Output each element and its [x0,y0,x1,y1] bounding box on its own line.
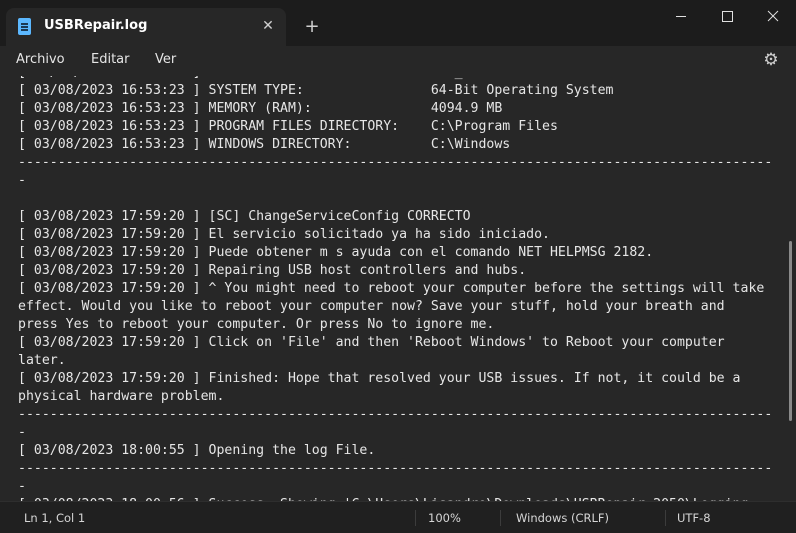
vertical-scrollbar[interactable] [784,76,796,501]
menu-archivo[interactable]: Archivo [16,52,65,67]
new-tab-button[interactable]: + [300,15,324,39]
zoom-level[interactable]: 100% [428,511,461,525]
close-window-button[interactable] [750,0,796,32]
minimize-button[interactable] [658,0,704,32]
title-bar: USBRepair.log ✕ + [0,0,796,46]
tab-title: USBRepair.log [44,18,148,33]
gear-icon[interactable]: ⚙ [762,51,780,69]
cursor-position: Ln 1, Col 1 [24,511,86,525]
notepad-icon [18,18,31,35]
minimize-icon [676,16,686,17]
maximize-icon [722,11,733,22]
close-icon [767,10,779,22]
status-divider [665,510,666,526]
notepad-window: USBRepair.log ✕ + Archivo Editar Ver ⚙ [… [0,0,796,533]
editor-content[interactable]: [ 03/08/2023 16:53:23 ] WINDOWS VERSION:… [18,76,778,501]
scrollbar-thumb[interactable] [789,241,792,421]
menu-ver[interactable]: Ver [155,52,176,67]
status-divider [415,510,416,526]
maximize-button[interactable] [704,0,750,32]
text-editor[interactable]: [ 03/08/2023 16:53:23 ] WINDOWS VERSION:… [0,76,784,501]
close-tab-icon[interactable]: ✕ [258,16,278,36]
status-divider [500,510,501,526]
menu-editar[interactable]: Editar [91,52,130,67]
tab-usbrepair-log[interactable]: USBRepair.log ✕ [6,8,286,46]
menu-bar: Archivo Editar Ver ⚙ [0,46,796,76]
status-bar: Ln 1, Col 1 100% Windows (CRLF) UTF-8 [0,501,796,533]
line-ending[interactable]: Windows (CRLF) [516,511,609,525]
encoding[interactable]: UTF-8 [677,511,711,525]
